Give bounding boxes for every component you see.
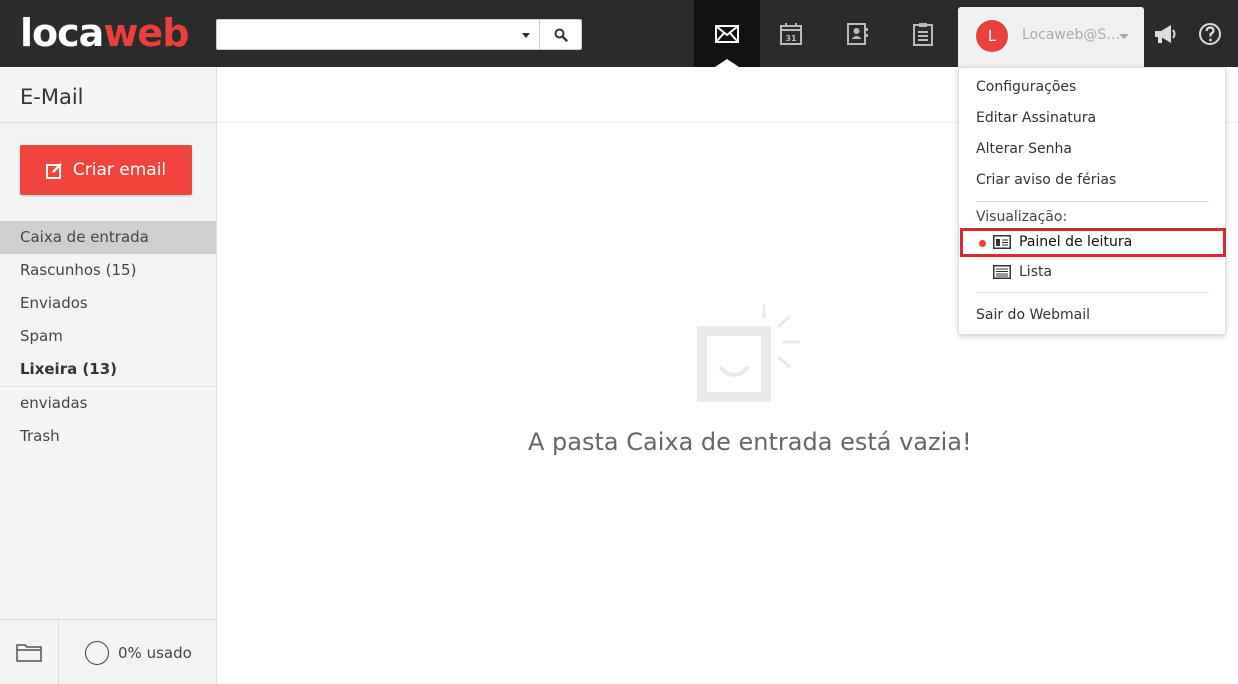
search-input[interactable] [217, 20, 515, 49]
top-bar: loca web 31 L Locaweb@S… [0, 0, 1238, 67]
user-menu-toggle[interactable]: L Locaweb@S… [958, 7, 1144, 67]
empty-smiley-icon [697, 304, 800, 402]
sidebar: E-Mail Criar email Caixa de entrada Rasc… [0, 67, 217, 684]
folder-item-spam[interactable]: Spam [0, 320, 216, 353]
empty-folder-message: A pasta Caixa de entrada está vazia! [528, 428, 972, 456]
chevron-down-icon [1119, 34, 1129, 39]
menu-item-change-password[interactable]: Alterar Senha [976, 141, 1072, 157]
divider [976, 292, 1209, 293]
megaphone-icon [1155, 24, 1176, 43]
reading-pane-icon [993, 235, 1011, 249]
nav-calendar[interactable]: 31 [758, 0, 824, 67]
view-mode-label: Visualização: [976, 209, 1068, 225]
nav-tasks[interactable] [890, 0, 956, 67]
usage-circle-icon [85, 641, 109, 665]
locaweb-logo[interactable]: loca web [20, 10, 189, 56]
nav-contacts[interactable] [824, 0, 890, 67]
folder-icon [16, 644, 42, 662]
logo-text-part1: loca [20, 11, 104, 55]
search-button[interactable] [539, 20, 582, 49]
search-icon [554, 28, 568, 42]
page-title: E-Mail [20, 85, 84, 109]
menu-item-logout[interactable]: Sair do Webmail [976, 307, 1090, 323]
tasks-icon [913, 22, 933, 46]
divider [976, 201, 1209, 202]
nav-announcements[interactable] [1146, 0, 1186, 67]
logo-text-part2: web [103, 11, 189, 55]
selected-dot-icon [979, 240, 986, 247]
folder-item-enviadas[interactable]: enviadas [0, 387, 216, 420]
usage-text: 0% usado [118, 644, 192, 662]
user-name: Locaweb@S… [1022, 27, 1121, 43]
avatar: L [976, 20, 1008, 52]
folder-item-inbox[interactable]: Caixa de entrada [0, 221, 216, 254]
search-bar [216, 19, 582, 50]
manage-folders-button[interactable] [0, 620, 59, 684]
mail-icon [715, 24, 739, 43]
nav-mail[interactable] [694, 0, 760, 67]
contacts-icon [847, 22, 868, 45]
calendar-icon: 31 [780, 22, 802, 45]
menu-item-settings[interactable]: Configurações [976, 79, 1076, 95]
user-dropdown-menu: Configurações Editar Assinatura Alterar … [958, 67, 1226, 335]
view-option-label: Painel de leitura [1019, 234, 1133, 250]
folder-item-trash-custom[interactable]: Trash [0, 420, 216, 453]
folder-item-sent[interactable]: Enviados [0, 287, 216, 320]
view-option-list[interactable]: Lista [960, 258, 1226, 287]
view-option-label: Lista [1019, 264, 1053, 280]
edit-icon [45, 162, 62, 179]
view-option-reading-pane[interactable]: Painel de leitura [960, 228, 1226, 257]
compose-button[interactable]: Criar email [20, 145, 192, 195]
calendar-day: 31 [785, 34, 797, 43]
folder-item-trash[interactable]: Lixeira (13) [0, 353, 216, 386]
nav-help[interactable] [1190, 0, 1230, 67]
menu-item-edit-signature[interactable]: Editar Assinatura [976, 110, 1096, 126]
folder-item-drafts[interactable]: Rascunhos (15) [0, 254, 216, 287]
search-options-caret[interactable] [517, 20, 537, 49]
list-view-icon [993, 265, 1011, 279]
compose-label: Criar email [72, 160, 167, 180]
sidebar-footer: 0% usado [0, 619, 216, 684]
menu-item-vacation-notice[interactable]: Criar aviso de férias [976, 172, 1116, 188]
help-icon [1199, 22, 1221, 45]
divider [0, 122, 216, 123]
folder-list: Caixa de entrada Rascunhos (15) Enviados… [0, 221, 216, 453]
